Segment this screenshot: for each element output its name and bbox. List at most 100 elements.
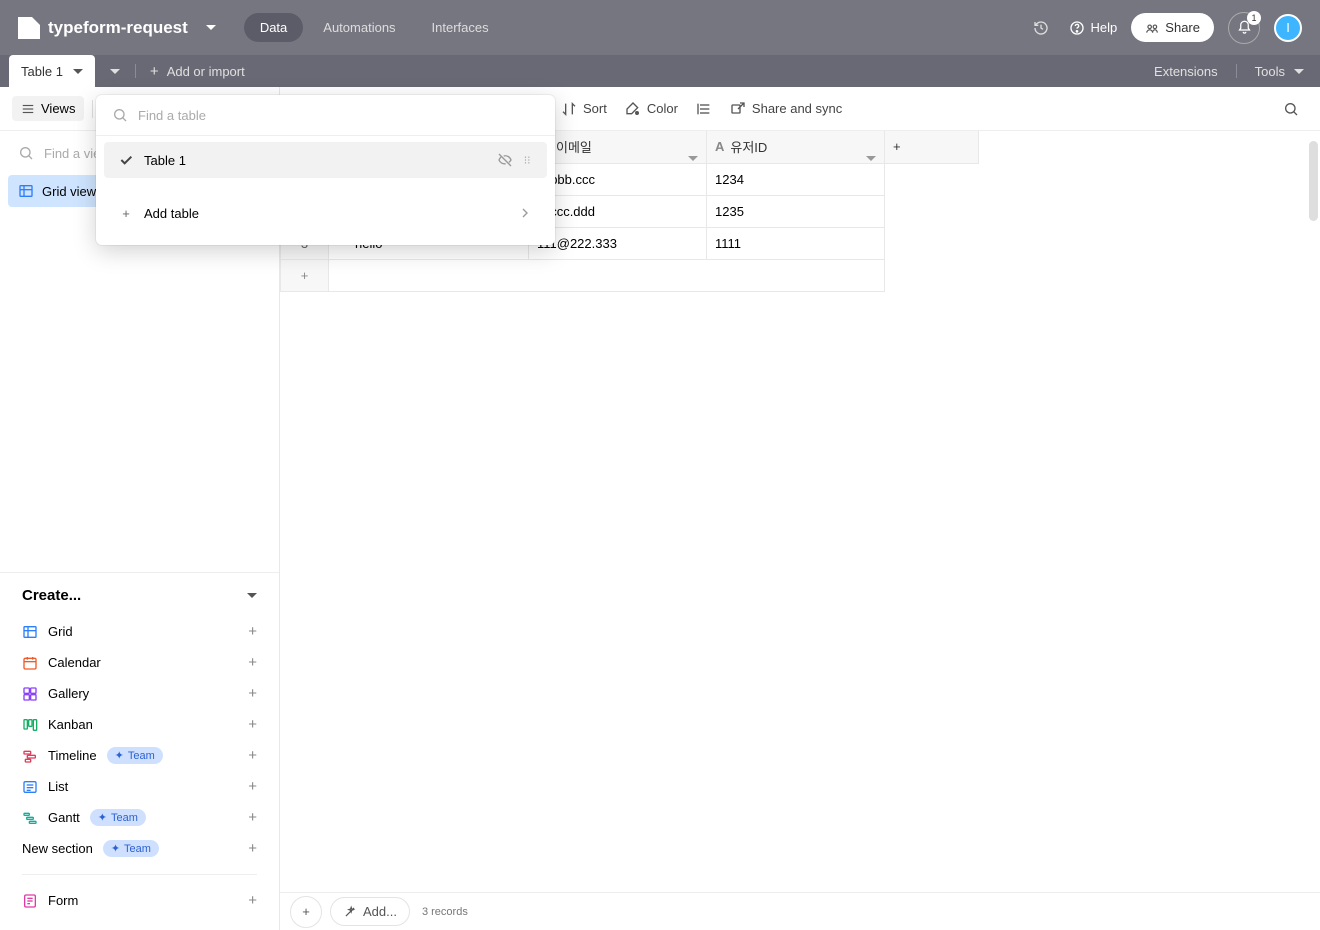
col-email[interactable]: 이메일 — [529, 131, 707, 163]
search-icon — [18, 145, 34, 161]
timeline-icon — [22, 748, 38, 764]
plus-icon: + — [118, 206, 134, 221]
add-menu-button[interactable]: Add... — [330, 897, 410, 926]
add-or-import-button[interactable]: + Add or import — [140, 63, 255, 80]
chevron-right-icon — [517, 205, 533, 221]
check-icon — [118, 152, 134, 168]
magic-icon — [343, 905, 357, 919]
form-icon — [22, 893, 38, 909]
plus-icon: + — [248, 716, 257, 733]
chevron-down-icon — [247, 593, 257, 598]
views-button[interactable]: Views — [12, 96, 84, 121]
plus-icon: + — [248, 778, 257, 795]
team-badge: ✦ Team — [90, 809, 146, 826]
cell[interactable]: 111@222.333 — [529, 227, 707, 259]
calendar-icon — [22, 655, 38, 671]
create-header[interactable]: Create... — [22, 587, 257, 604]
base-switcher[interactable]: typeform-request — [18, 17, 216, 39]
create-gallery[interactable]: Gallery+ — [22, 678, 257, 709]
drag-handle-icon[interactable] — [523, 153, 533, 167]
tools-label: Tools — [1255, 64, 1285, 79]
plus-icon: + — [248, 892, 257, 909]
create-timeline[interactable]: Timeline ✦ Team + — [22, 740, 257, 771]
create-row-label: List — [48, 779, 68, 794]
cell[interactable]: 1234 — [707, 163, 885, 195]
chevron-down-icon[interactable] — [866, 156, 876, 161]
tools-button[interactable]: Tools — [1255, 64, 1304, 79]
table-bar-right: Extensions Tools — [1154, 64, 1320, 79]
grid-area: 이메일 A 유저ID + @ — [280, 131, 1320, 892]
create-calendar[interactable]: Calendar+ — [22, 647, 257, 678]
create-row-label: Timeline — [48, 748, 97, 763]
table-bar: Table 1 + Add or import Extensions Tools — [0, 55, 1320, 87]
cell[interactable]: 1111 — [707, 227, 885, 259]
cell[interactable]: @ccc.ddd — [529, 195, 707, 227]
create-kanban[interactable]: Kanban + — [22, 709, 257, 740]
add-row-button[interactable]: + — [281, 259, 329, 291]
create-section: Create... Grid+ Calendar+ Gallery+ Kanba… — [0, 572, 279, 930]
text-field-icon: A — [715, 139, 724, 154]
tab-automations[interactable]: Automations — [307, 13, 411, 42]
team-badge: ✦ Team — [103, 840, 159, 857]
create-label: Create... — [22, 587, 81, 604]
color-button[interactable]: Color — [616, 95, 687, 123]
table-tab-active[interactable]: Table 1 — [9, 55, 95, 87]
scrollbar-thumb[interactable] — [1309, 141, 1318, 221]
team-badge: ✦ Team — [107, 747, 163, 764]
grid-icon — [18, 183, 34, 199]
popover-add-table[interactable]: + Add table — [104, 195, 547, 231]
create-form[interactable]: Form + — [22, 885, 257, 916]
create-new-section[interactable]: New section ✦ Team + — [22, 833, 257, 864]
create-row-label: Gantt — [48, 810, 80, 825]
popover-search-input[interactable] — [138, 108, 539, 123]
notifications-button[interactable]: 1 — [1228, 12, 1260, 44]
popover-search — [96, 95, 555, 136]
plus-icon: + — [248, 623, 257, 640]
kanban-icon — [22, 717, 38, 733]
table-list-menu[interactable] — [95, 55, 131, 87]
chevron-down-icon[interactable] — [688, 156, 698, 161]
share-sync-button[interactable]: Share and sync — [721, 95, 851, 123]
sort-label: Sort — [583, 101, 607, 116]
add-import-label: Add or import — [167, 64, 245, 79]
search-records-button[interactable] — [1274, 95, 1308, 123]
create-row-label: Form — [48, 893, 78, 908]
extensions-button[interactable]: Extensions — [1154, 64, 1218, 79]
sort-button[interactable]: Sort — [552, 95, 616, 123]
table-tab-label: Table 1 — [21, 64, 63, 79]
col-userid-label: 유저ID — [730, 137, 767, 156]
create-row-label: Kanban — [48, 717, 93, 732]
tab-interfaces[interactable]: Interfaces — [416, 13, 505, 42]
avatar[interactable]: I — [1274, 14, 1302, 42]
help-button[interactable]: Help — [1069, 20, 1118, 36]
history-icon[interactable] — [1027, 14, 1055, 42]
create-grid[interactable]: Grid+ — [22, 616, 257, 647]
view-item-label: Grid view — [42, 184, 96, 199]
color-label: Color — [647, 101, 678, 116]
row-height-button[interactable] — [687, 95, 721, 123]
add-field-button[interactable]: + — [885, 131, 979, 163]
share-button[interactable]: Share — [1131, 13, 1214, 42]
col-userid[interactable]: A 유저ID — [707, 131, 885, 163]
create-row-label: Calendar — [48, 655, 101, 670]
empty — [329, 259, 885, 291]
col-email-label: 이메일 — [556, 137, 592, 156]
plus-icon: + — [248, 809, 257, 826]
grid-icon — [22, 624, 38, 640]
chevron-down-icon — [206, 25, 216, 30]
cell[interactable]: @bbb.ccc — [529, 163, 707, 195]
gallery-icon — [22, 686, 38, 702]
gantt-icon — [22, 810, 38, 826]
popover-item-label: Table 1 — [144, 153, 186, 168]
create-gantt[interactable]: Gantt ✦ Team + — [22, 802, 257, 833]
create-list[interactable]: List + — [22, 771, 257, 802]
tab-data[interactable]: Data — [244, 13, 303, 42]
plus-icon: + — [248, 747, 257, 764]
cell[interactable]: 1235 — [707, 195, 885, 227]
divider — [92, 100, 93, 118]
add-record-button[interactable]: + — [290, 896, 322, 928]
hide-icon[interactable] — [497, 152, 513, 168]
divider — [135, 64, 136, 78]
popover-table-item[interactable]: Table 1 — [104, 142, 547, 178]
table-picker-popover: Table 1 + Add table — [96, 95, 555, 245]
